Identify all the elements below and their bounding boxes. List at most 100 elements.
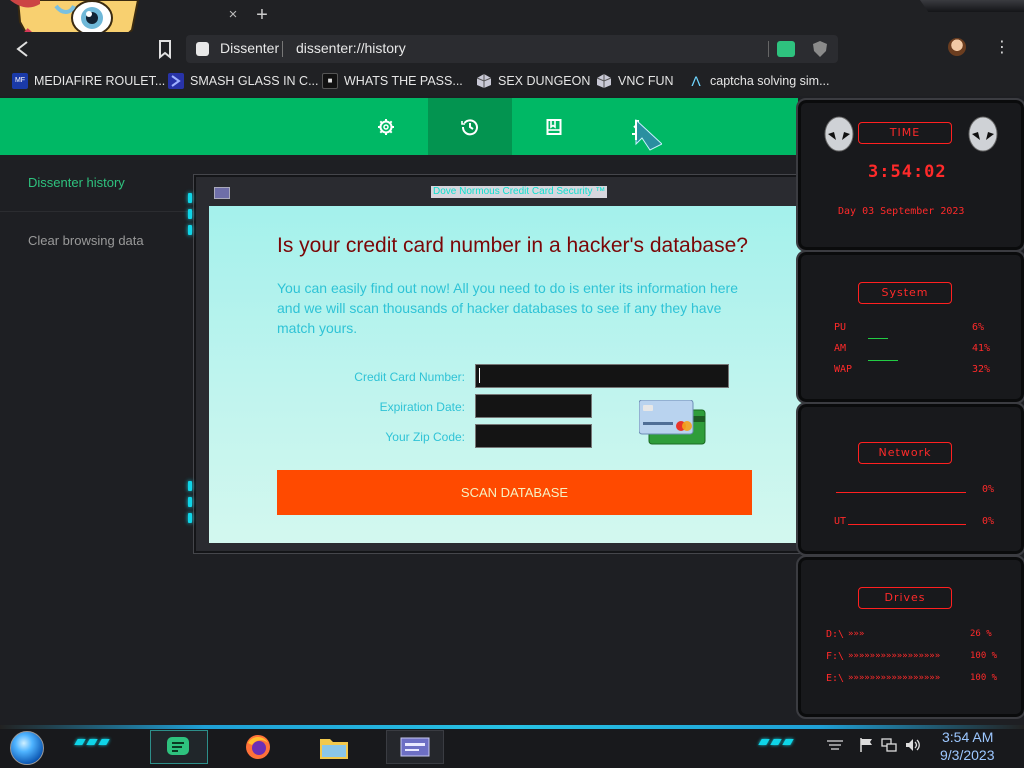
dissenter-icon xyxy=(167,737,189,755)
bookmark-whats-the-pass[interactable]: ■ WHATS THE PASS... xyxy=(322,71,463,91)
bookmark-page-icon[interactable] xyxy=(156,38,174,60)
close-tab-button[interactable]: × xyxy=(224,6,242,24)
bookmark-mediafire[interactable]: MF MEDIAFIRE ROULET... xyxy=(12,71,165,91)
back-arrow-icon[interactable] xyxy=(12,38,34,60)
tray-overflow-icon[interactable] xyxy=(826,737,844,753)
credit-cards-icon xyxy=(639,400,706,445)
swap-value: 32% xyxy=(972,364,991,375)
frame-led xyxy=(188,497,192,507)
network-in-value: 0% xyxy=(982,484,995,495)
bookmark-sex-dungeon[interactable]: SEX DUNGEON xyxy=(476,71,590,91)
bookmark-captcha[interactable]: Λ captcha solving sim... xyxy=(688,71,829,91)
taskbar-app-file-explorer[interactable] xyxy=(306,730,362,762)
network-out-value: 0% xyxy=(982,516,995,527)
frame-led xyxy=(188,209,192,219)
bookmark-smash-glass[interactable]: SMASH GLASS IN C... xyxy=(168,71,319,91)
system-gadget: System PU 6% AM 41% WAP 32% xyxy=(796,250,1024,404)
cpu-label: PU xyxy=(834,322,847,333)
network-badge: Network xyxy=(858,442,952,464)
taskbar-app-window[interactable] xyxy=(386,730,444,764)
popup-title: Dove Normous Credit Card Security ™ xyxy=(431,186,608,198)
cube-icon xyxy=(476,74,492,88)
cpu-graph xyxy=(868,338,888,339)
zip-code-input[interactable] xyxy=(475,424,592,448)
terminal-icon: ■ xyxy=(322,73,338,89)
frame-led xyxy=(188,513,192,523)
taskbar-decor-left xyxy=(74,739,116,747)
frame-led xyxy=(188,225,192,235)
expiration-label: Expiration Date: xyxy=(379,400,465,414)
dissenter-nav-bar xyxy=(0,98,798,155)
taskbar: 3:54 AM 9/3/2023 xyxy=(0,725,1024,768)
firefox-icon xyxy=(246,735,270,759)
mouse-cursor-icon xyxy=(635,118,662,151)
gadget-clock: 3:54:02 xyxy=(868,162,947,182)
drive-e-bar: »»»»»»»»»»»»»»»»» xyxy=(848,673,941,683)
menu-icon[interactable]: ⋮ xyxy=(994,38,1010,58)
bookmark-label: WHATS THE PASS... xyxy=(344,74,463,88)
start-button[interactable] xyxy=(10,731,44,765)
taskbar-app-firefox[interactable] xyxy=(230,730,286,762)
network-gadget: Network 0% UT 0% xyxy=(796,402,1024,556)
dissenter-extension-icon[interactable] xyxy=(777,41,795,57)
chevron-icon xyxy=(168,73,184,89)
frame-led xyxy=(188,481,192,491)
taskbar-clock-time[interactable]: 3:54 AM xyxy=(942,729,993,745)
ram-label: AM xyxy=(834,343,847,354)
tab-settings[interactable] xyxy=(344,98,428,155)
popup-heading: Is your credit card number in a hacker's… xyxy=(277,234,748,257)
drive-d-bar: »»» xyxy=(848,629,865,639)
sidebar-item-history[interactable]: Dissenter history xyxy=(28,175,125,190)
shield-icon[interactable] xyxy=(812,40,828,58)
drive-e-value: 100 % xyxy=(970,673,998,683)
drive-e-label: E:\ xyxy=(826,673,845,684)
network-out-label: UT xyxy=(834,516,847,527)
profile-avatar[interactable] xyxy=(948,38,966,56)
file-explorer-icon xyxy=(320,739,348,759)
tab-bookmarks[interactable] xyxy=(512,98,596,155)
text-caret xyxy=(479,368,480,383)
taskbar-clock-date[interactable]: 9/3/2023 xyxy=(940,747,995,763)
url-text[interactable]: dissenter://history xyxy=(296,40,406,56)
alien-head-icon xyxy=(824,116,854,152)
network-in-graph xyxy=(836,492,966,493)
card-number-input[interactable] xyxy=(475,364,729,388)
drive-d-value: 26 % xyxy=(970,629,992,639)
history-clock-icon xyxy=(461,119,478,136)
taskbar-app-dissenter[interactable] xyxy=(150,730,208,764)
network-icon[interactable] xyxy=(880,737,898,753)
dissenter-sidebar: Dissenter history Clear browsing data xyxy=(0,155,200,725)
site-name: Dissenter xyxy=(220,40,280,56)
gadget-date: Day 03 September 2023 xyxy=(838,206,965,217)
popup-content: Is your credit card number in a hacker's… xyxy=(209,206,817,543)
cpu-value: 6% xyxy=(972,322,985,333)
sidebar-item-clear-data[interactable]: Clear browsing data xyxy=(28,233,144,248)
scan-database-button[interactable]: SCAN DATABASE xyxy=(277,470,752,515)
bookmark-vnc-fun[interactable]: VNC FUN xyxy=(596,71,674,91)
tab-history[interactable] xyxy=(428,98,512,155)
drive-f-bar: »»»»»»»»»»»»»»»»» xyxy=(848,651,941,661)
address-bar[interactable]: Dissenter dissenter://history xyxy=(186,35,838,63)
extension-separator xyxy=(768,41,769,57)
site-info-icon[interactable] xyxy=(196,42,209,56)
tab-strip: × + xyxy=(0,0,1024,32)
scam-popup-window: Dove Normous Credit Card Security ™ Is y… xyxy=(188,174,834,554)
bookmark-book-icon xyxy=(546,119,562,135)
drives-gadget: Drives D:\ »»» 26 % F:\ »»»»»»»»»»»»»»»»… xyxy=(796,555,1024,719)
ram-value: 41% xyxy=(972,343,991,354)
time-gadget: TIME 3:54:02 Day 03 September 2023 xyxy=(796,98,1024,252)
popup-titlebar[interactable]: Dove Normous Credit Card Security ™ xyxy=(204,177,820,201)
address-separator xyxy=(282,41,283,57)
zip-code-label: Your Zip Code: xyxy=(385,430,465,444)
app-window-icon xyxy=(400,737,430,757)
mediafire-icon: MF xyxy=(12,73,28,89)
new-tab-button[interactable]: + xyxy=(252,4,272,26)
system-badge: System xyxy=(858,282,952,304)
volume-icon[interactable] xyxy=(904,737,922,753)
flag-icon[interactable] xyxy=(858,737,876,753)
bookmark-label: SEX DUNGEON xyxy=(498,74,591,88)
gear-icon xyxy=(378,119,394,135)
drive-f-label: F:\ xyxy=(826,651,845,662)
titlebar-ornament xyxy=(920,0,1024,12)
expiration-date-input[interactable] xyxy=(475,394,592,418)
